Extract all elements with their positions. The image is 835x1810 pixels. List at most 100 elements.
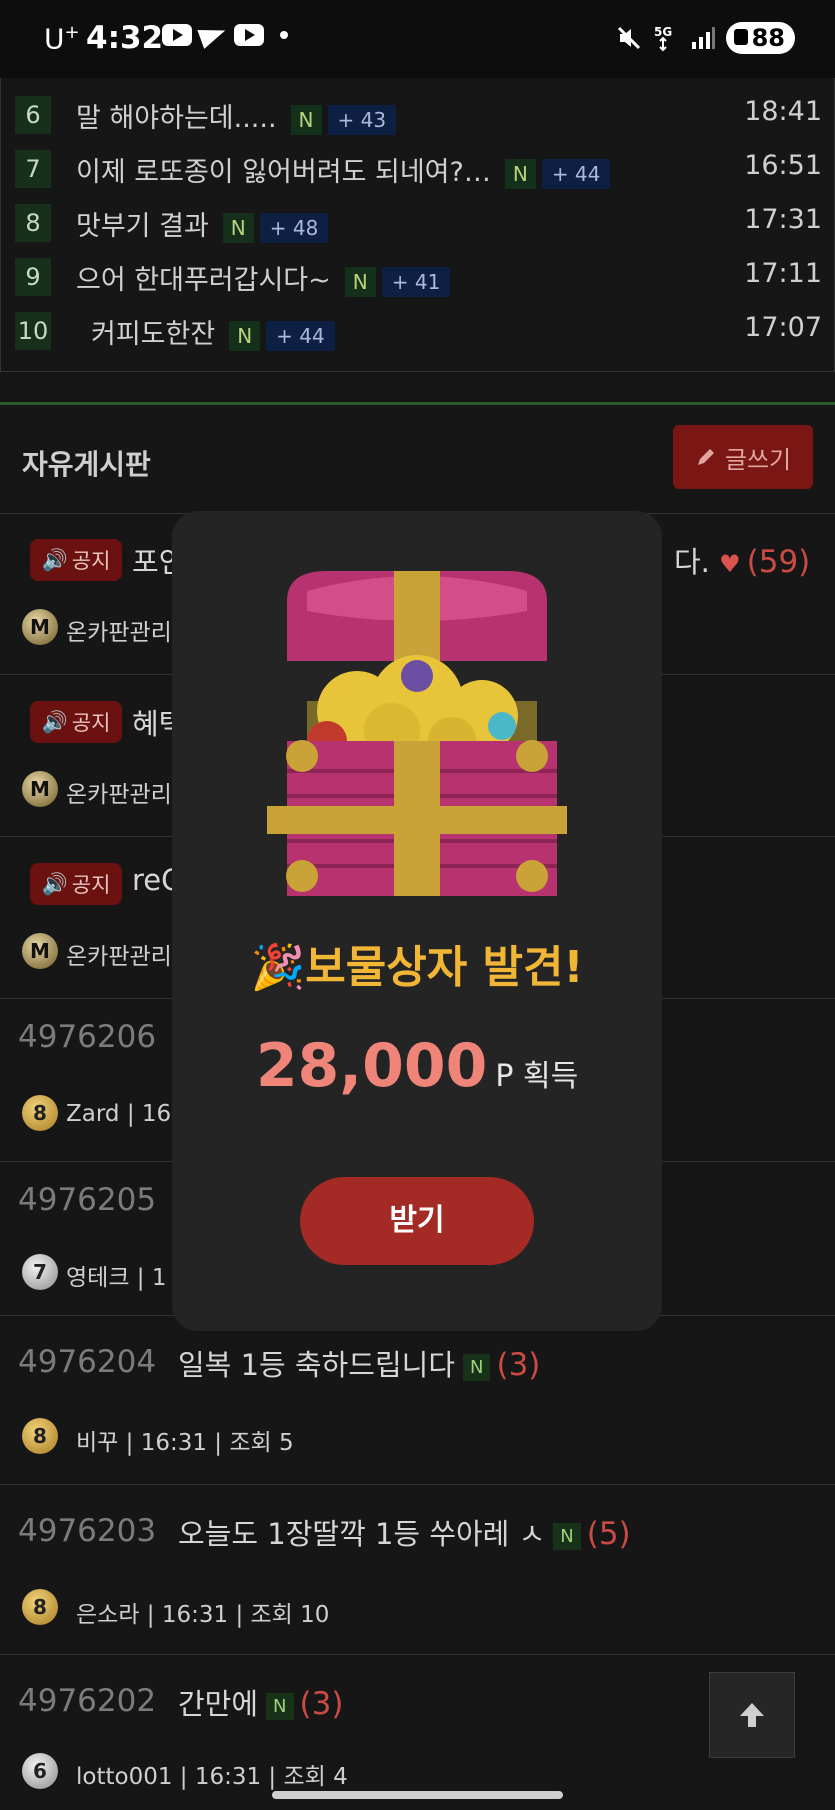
post-time: 17:11 bbox=[744, 258, 822, 289]
level-medal-icon: 8 bbox=[22, 1095, 58, 1131]
youtube-icon bbox=[162, 24, 192, 46]
post-author: 온카판관리 bbox=[66, 620, 172, 646]
post-title-row: 일복 1등 축하드립니다 N (3) bbox=[178, 1342, 540, 1384]
post-title-tail: 다. ♥ (59) bbox=[674, 544, 811, 580]
carrier-label: U+ bbox=[44, 22, 80, 56]
heart-icon: ♥ bbox=[719, 550, 741, 578]
more-dot-icon bbox=[280, 31, 288, 39]
write-button[interactable]: 글쓰기 bbox=[673, 425, 813, 489]
post-id: 4976205 bbox=[18, 1182, 157, 1218]
post-author: 온카판관리 bbox=[66, 782, 172, 808]
like-count: (59) bbox=[746, 544, 811, 580]
post-title[interactable]: 으어 한대푸러갑시다~ bbox=[76, 265, 331, 296]
post-author: 온카판관리 bbox=[66, 944, 172, 970]
rank-number: 9 bbox=[15, 258, 51, 296]
post-id: 4976206 bbox=[18, 1019, 157, 1055]
reward-amount: 28,000 bbox=[255, 1031, 488, 1101]
new-badge: N bbox=[504, 158, 536, 189]
notice-badge-label: 공지 bbox=[71, 549, 111, 573]
board-header: 자유게시판 글쓰기 bbox=[0, 405, 835, 514]
speaker-icon: 🔊 bbox=[41, 547, 68, 572]
table-row[interactable]: 4976204 일복 1등 축하드립니다 N (3) 8 비꾸 | 16:31 | … bbox=[0, 1316, 835, 1485]
system-icons: 5G 88 bbox=[616, 22, 795, 54]
post-time: 18:41 bbox=[744, 96, 822, 127]
comment-count-badge: + 41 bbox=[381, 266, 451, 297]
reward-amount-row: 28,000 P 획득 bbox=[172, 1031, 662, 1101]
notice-badge: 🔊 공지 bbox=[30, 863, 122, 905]
modal-title: 🎉보물상자 발견! bbox=[250, 942, 584, 993]
pencil-icon bbox=[697, 449, 714, 465]
post-title[interactable]: 간만에 bbox=[178, 1687, 258, 1721]
clock: 4:32 bbox=[86, 20, 164, 56]
write-button-label: 글쓰기 bbox=[724, 445, 792, 474]
list-item[interactable]: 6 말 해야하는데..... N + 43 18:41 bbox=[1, 90, 835, 144]
new-badge: N bbox=[553, 1522, 581, 1550]
speaker-icon: 🔊 bbox=[41, 871, 68, 896]
receive-button[interactable]: 받기 bbox=[300, 1177, 534, 1265]
admin-medal-icon: M bbox=[22, 933, 58, 969]
list-item[interactable]: 9 으어 한대푸러갑시다~ N + 41 17:11 bbox=[1, 252, 835, 306]
post-id: 4976202 bbox=[18, 1683, 157, 1719]
post-meta: 은소라 | 16:31 | 조회 10 bbox=[76, 1602, 330, 1628]
mute-icon bbox=[617, 26, 640, 50]
battery-indicator: 88 bbox=[725, 22, 795, 54]
comment-count: (5) bbox=[586, 1516, 631, 1552]
table-row[interactable]: 4976203 오늘도 1장딸깍 1등 쑤아레 ㅅ N (5) 8 은소라 | 16… bbox=[0, 1485, 835, 1655]
comment-count-badge: + 48 bbox=[259, 212, 329, 243]
post-title[interactable]: 일복 1등 축하드립니다 bbox=[178, 1348, 455, 1382]
post-title[interactable]: 이제 로또종이 잃어버려도 되네여?… bbox=[76, 157, 491, 188]
level-medal-icon: 8 bbox=[22, 1589, 58, 1625]
comment-count: (3) bbox=[496, 1347, 541, 1383]
signal-icon bbox=[691, 27, 715, 49]
post-title[interactable]: 말 해야하는데..... bbox=[76, 103, 277, 134]
rank-number: 10 bbox=[15, 312, 51, 350]
rank-number: 7 bbox=[15, 150, 51, 188]
post-meta: Zard | 16 bbox=[66, 1101, 172, 1127]
comment-count: (3) bbox=[299, 1686, 344, 1722]
new-badge: N bbox=[344, 266, 376, 297]
new-badge: N bbox=[463, 1353, 491, 1381]
post-meta: 비꾸 | 16:31 | 조회 5 bbox=[76, 1430, 294, 1456]
new-badge: N bbox=[222, 212, 254, 243]
post-time: 17:07 bbox=[744, 312, 822, 343]
post-title[interactable]: 오늘도 1장딸깍 1등 쑤아레 ㅅ bbox=[178, 1517, 545, 1551]
telegram-icon bbox=[197, 21, 229, 49]
new-badge: N bbox=[290, 104, 322, 135]
post-meta: lotto001 | 16:31 | 조회 4 bbox=[76, 1764, 348, 1790]
comment-count-badge: + 43 bbox=[327, 104, 397, 135]
level-medal-icon: 8 bbox=[22, 1418, 58, 1454]
notification-icons bbox=[162, 21, 288, 49]
speaker-icon: 🔊 bbox=[41, 709, 68, 734]
post-title-row: 간만에 N (3) bbox=[178, 1681, 343, 1723]
list-item[interactable]: 7 이제 로또종이 잃어버려도 되네여?… N + 44 16:51 bbox=[1, 144, 835, 198]
arrow-up-icon bbox=[740, 1703, 764, 1727]
rank-number: 6 bbox=[15, 96, 51, 134]
comment-count-badge: + 44 bbox=[541, 158, 611, 189]
notice-badge: 🔊 공지 bbox=[30, 539, 122, 581]
comment-count-badge: + 44 bbox=[266, 320, 335, 351]
post-id: 4976203 bbox=[18, 1513, 157, 1549]
post-time: 16:51 bbox=[744, 150, 822, 181]
rank-number: 8 bbox=[15, 204, 51, 242]
notice-badge-label: 공지 bbox=[71, 873, 111, 897]
list-item[interactable]: 8 맛부기 결과 N + 48 17:31 bbox=[1, 198, 835, 252]
scroll-to-top-button[interactable] bbox=[709, 1672, 795, 1758]
post-title[interactable]: 커피도한잔 bbox=[91, 319, 215, 350]
reward-unit: P 획득 bbox=[495, 1059, 579, 1094]
post-id: 4976204 bbox=[18, 1344, 157, 1380]
list-item[interactable]: 10 커피도한잔 N + 44 17:07 bbox=[1, 306, 835, 360]
level-medal-icon: 7 bbox=[22, 1254, 58, 1290]
party-popper-icon: 🎉 bbox=[250, 942, 306, 993]
board-title: 자유게시판 bbox=[22, 448, 151, 481]
youtube-icon bbox=[234, 24, 264, 46]
home-indicator[interactable] bbox=[272, 1791, 563, 1799]
top-posts-list: 6 말 해야하는데..... N + 43 18:41 7 이제 로또종이 잃어버려… bbox=[0, 60, 835, 372]
level-medal-icon: 6 bbox=[22, 1753, 58, 1789]
5g-icon: 5G bbox=[654, 25, 672, 52]
new-badge: N bbox=[266, 1692, 294, 1720]
admin-medal-icon: M bbox=[22, 609, 58, 645]
treasure-modal: 🎉보물상자 발견! 28,000 P 획득 받기 bbox=[172, 511, 662, 1331]
post-title[interactable]: 맛부기 결과 bbox=[76, 211, 209, 242]
post-title-row: 오늘도 1장딸깍 1등 쑤아레 ㅅ N (5) bbox=[178, 1511, 631, 1553]
treasure-chest-icon bbox=[267, 571, 567, 896]
